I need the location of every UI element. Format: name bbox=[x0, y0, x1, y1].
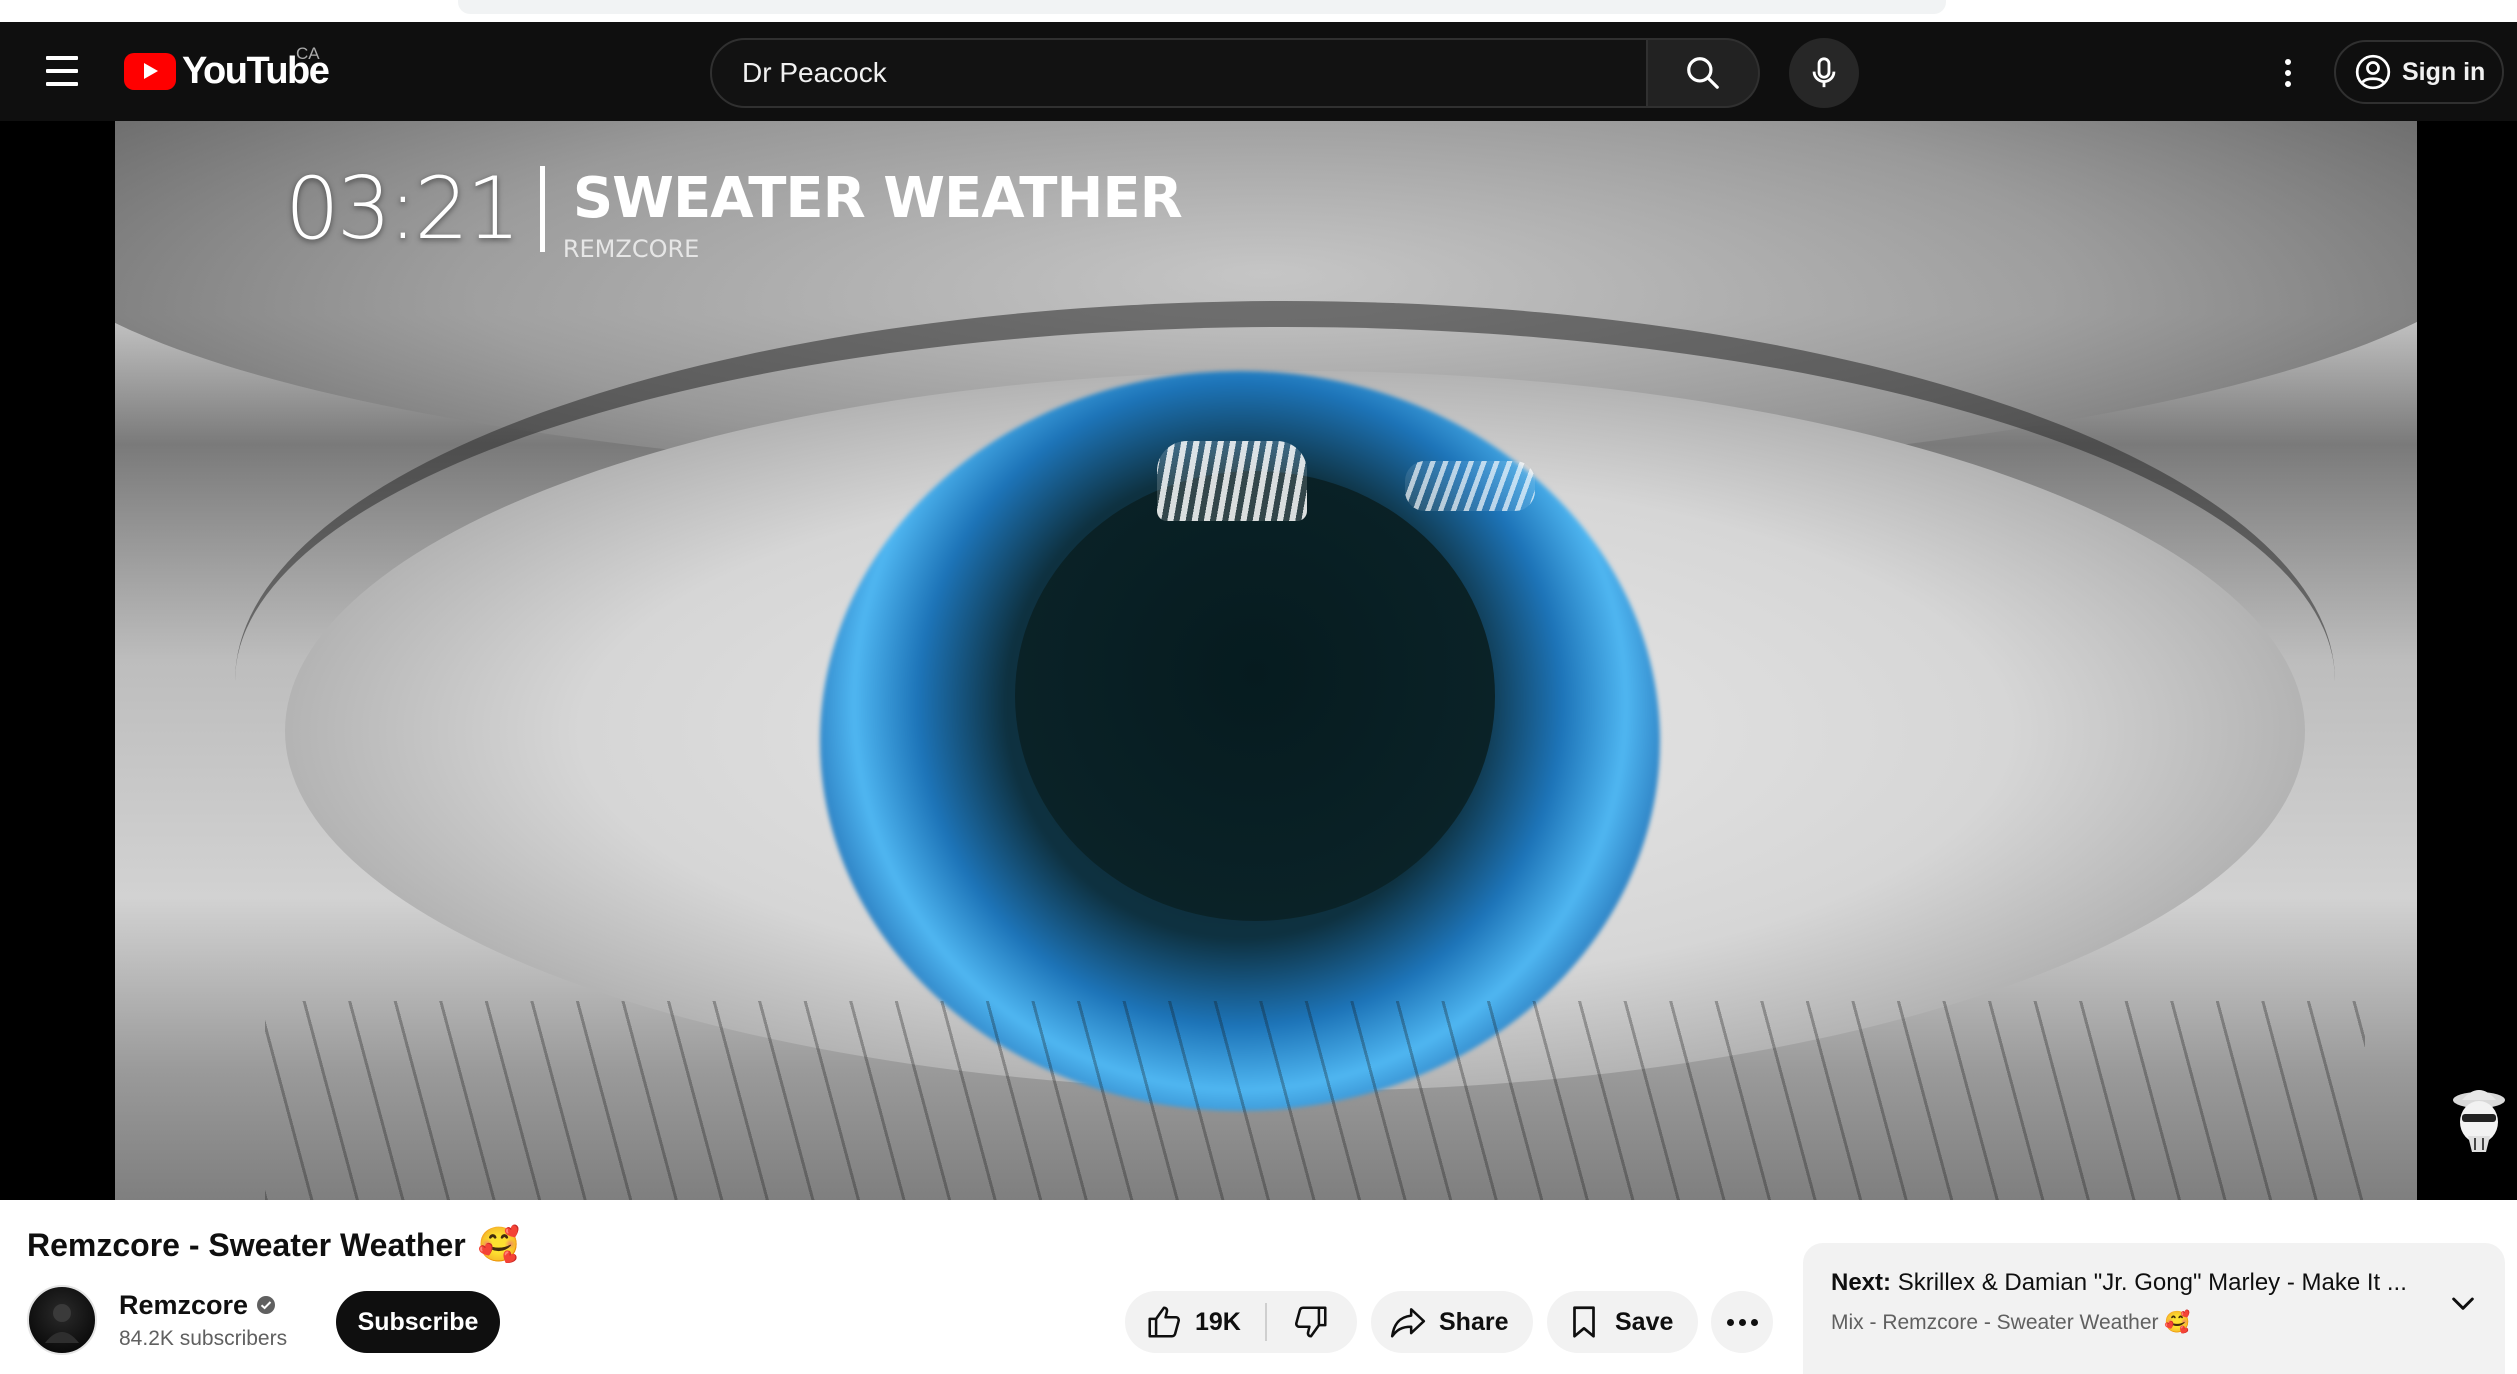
search-box[interactable] bbox=[710, 38, 1648, 108]
overlay-song-title: SWEATER WEATHER bbox=[572, 166, 1183, 231]
video-title-emoji: 🥰 bbox=[477, 1226, 521, 1264]
video-player[interactable]: 03:21 SWEATER WEATHER REMZCORE bbox=[0, 121, 2517, 1200]
like-count: 19K bbox=[1195, 1307, 1241, 1336]
video-eye-reflection-secondary bbox=[1405, 461, 1535, 511]
thumb-up-icon bbox=[1148, 1306, 1180, 1338]
account-circle-icon bbox=[2355, 54, 2391, 90]
video-overlay-title: 03:21 SWEATER WEATHER REMZCORE bbox=[285, 159, 1183, 264]
video-frame[interactable]: 03:21 SWEATER WEATHER REMZCORE bbox=[115, 121, 2417, 1200]
up-next-card[interactable]: Next: Skrillex & Damian "Jr. Gong" Marle… bbox=[1803, 1243, 2505, 1374]
channel-watermark-icon[interactable] bbox=[2448, 1078, 2510, 1158]
video-eye-pupil bbox=[1015, 471, 1495, 921]
mix-emoji: 🥰 bbox=[2164, 1311, 2191, 1334]
more-horiz-icon bbox=[1726, 1318, 1734, 1326]
microphone-icon bbox=[1812, 57, 1836, 88]
share-button[interactable]: Share bbox=[1371, 1291, 1533, 1353]
share-label: Share bbox=[1439, 1307, 1509, 1336]
video-title: Remzcore - Sweater Weather 🥰 bbox=[27, 1225, 520, 1265]
sign-in-label: Sign in bbox=[2402, 57, 2486, 86]
more-actions-button[interactable] bbox=[1711, 1291, 1773, 1353]
mix-subtitle-line: Mix - Remzcore - Sweater Weather 🥰 bbox=[1831, 1311, 2191, 1335]
like-button[interactable]: 19K bbox=[1125, 1291, 1265, 1353]
overlay-separator bbox=[539, 166, 545, 252]
country-code: CA bbox=[296, 44, 320, 63]
chevron-down-icon bbox=[2452, 1297, 2474, 1310]
up-next-line: Next: Skrillex & Damian "Jr. Gong" Marle… bbox=[1831, 1269, 2407, 1297]
browser-chrome-strip bbox=[0, 0, 2517, 22]
save-button[interactable]: Save bbox=[1547, 1291, 1698, 1353]
thumb-down-icon bbox=[1295, 1306, 1327, 1338]
youtube-logo-icon bbox=[124, 52, 176, 90]
video-lower-lashes bbox=[265, 1001, 2365, 1200]
overlay-time: 03:21 bbox=[285, 159, 521, 259]
video-actions: 19K Share Save bbox=[0, 1291, 1800, 1353]
guide-menu-button[interactable] bbox=[34, 48, 90, 94]
mix-subtitle: Mix - Remzcore - Sweater Weather bbox=[1831, 1311, 2159, 1334]
share-icon bbox=[1390, 1308, 1426, 1338]
search-button[interactable] bbox=[1648, 38, 1760, 108]
search-input[interactable] bbox=[740, 56, 1590, 90]
bookmark-icon bbox=[1573, 1306, 1595, 1338]
browser-address-bar[interactable] bbox=[458, 0, 1946, 14]
save-label: Save bbox=[1615, 1307, 1674, 1336]
overlay-artist: REMZCORE bbox=[562, 235, 700, 263]
dislike-button[interactable] bbox=[1267, 1291, 1355, 1353]
up-next-prefix: Next: bbox=[1831, 1269, 1892, 1296]
voice-search-button[interactable] bbox=[1789, 38, 1859, 108]
sign-in-button[interactable]: Sign in bbox=[2334, 40, 2504, 104]
more-vert-icon bbox=[2285, 59, 2291, 65]
menu-icon bbox=[46, 56, 78, 60]
up-next-title[interactable]: Skrillex & Damian "Jr. Gong" Marley - Ma… bbox=[1898, 1269, 2407, 1296]
settings-more-button[interactable] bbox=[2268, 44, 2308, 102]
video-title-text: Remzcore - Sweater Weather bbox=[27, 1226, 466, 1263]
overlay-text-stack: SWEATER WEATHER REMZCORE bbox=[563, 171, 1183, 264]
video-eye-reflection bbox=[1157, 441, 1307, 521]
like-dislike-group: 19K bbox=[1125, 1291, 1357, 1353]
expand-playlist-button[interactable] bbox=[2443, 1283, 2483, 1323]
search-icon bbox=[1687, 57, 1719, 89]
masthead: YouTube CA Sign in bbox=[0, 22, 2517, 121]
